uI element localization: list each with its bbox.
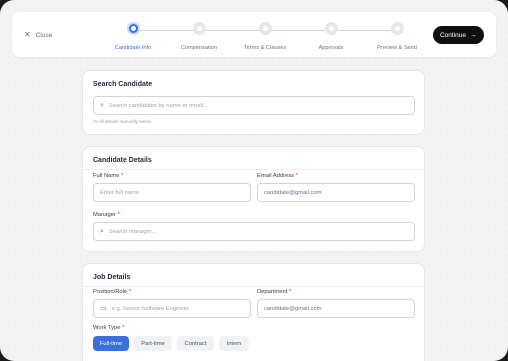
email-input[interactable]: candidate@gmail.com <box>257 183 415 202</box>
search-placeholder: Search candidates by name or email... <box>108 102 208 109</box>
step-preview-send[interactable]: Preview & Send <box>362 22 432 51</box>
card-divider <box>83 169 424 170</box>
full-name-placeholder: Enter full name <box>100 189 139 196</box>
full-name-label: Full Name * <box>93 173 124 179</box>
card-title: Job Details <box>93 274 131 281</box>
step-compensation[interactable]: Compensation <box>164 22 234 51</box>
candidate-details-card: Candidate Details Full Name * Enter full… <box>82 146 425 252</box>
close-button[interactable]: ✕ Close <box>24 27 52 43</box>
step-approvals[interactable]: Approvals <box>296 22 366 51</box>
department-input[interactable]: candidate@gmail.com <box>257 299 415 318</box>
position-placeholder: e.g. Senior Software Engineer <box>111 305 189 312</box>
step-indicator <box>390 22 404 35</box>
department-label: Department * <box>257 289 292 295</box>
position-label: Position/Role * <box>93 289 132 295</box>
arrow-right-icon: → <box>470 31 478 39</box>
email-value: candidate@gmail.com <box>264 189 322 196</box>
close-label: Close <box>35 31 53 39</box>
candidate-search-input[interactable]: ⌕ Search candidates by name or email... <box>93 96 415 115</box>
step-label: Compensation <box>180 45 218 51</box>
job-details-card: Job Details Position/Role * ▭ e.g. Senio… <box>82 263 425 361</box>
app-frame: ✕ Close Candidate Info Compensation Term… <box>0 0 508 361</box>
step-indicator <box>324 22 338 35</box>
work-type-contract[interactable]: Contract <box>177 336 214 351</box>
wizard-header: ✕ Close Candidate Info Compensation Term… <box>12 12 496 57</box>
step-label: Candidate Info <box>114 45 152 51</box>
card-title: Search Candidate <box>93 81 153 88</box>
manager-search-input[interactable]: ⌕ Search manager... <box>93 222 415 241</box>
department-value: candidate@gmail.com <box>264 305 322 312</box>
close-icon: ✕ <box>24 30 31 39</box>
search-icon: ⌕ <box>100 228 104 235</box>
briefcase-icon: ▭ <box>100 305 107 312</box>
work-type-intern[interactable]: Intern <box>219 336 249 351</box>
position-input[interactable]: ▭ e.g. Senior Software Engineer <box>93 299 251 318</box>
email-label: Email Address * <box>257 173 298 179</box>
step-label: Preview & Send <box>377 45 417 51</box>
search-candidate-card: Search Candidate ⌕ Search candidates by … <box>82 70 425 135</box>
step-label: Approvals <box>318 45 344 51</box>
step-candidate-info[interactable]: Candidate Info <box>98 22 168 51</box>
manager-label: Manager * <box>93 212 120 218</box>
full-name-input[interactable]: Enter full name <box>93 183 251 202</box>
step-indicator <box>258 22 272 35</box>
step-label: Terms & Clauses <box>243 45 287 51</box>
continue-label: Continue <box>439 31 467 39</box>
step-terms-clauses[interactable]: Terms & Clauses <box>230 22 300 51</box>
step-indicator <box>192 22 206 35</box>
search-hint: Or fill details manually below. <box>93 119 153 124</box>
step-indicator <box>126 22 140 35</box>
work-type-full-time[interactable]: Full-time <box>93 336 129 351</box>
work-type-label: Work Type * <box>93 325 125 331</box>
continue-button[interactable]: Continue → <box>433 26 484 44</box>
card-divider <box>83 286 424 287</box>
progress-stepper: Candidate Info Compensation Terms & Clau… <box>100 22 430 52</box>
search-icon: ⌕ <box>100 102 104 109</box>
manager-placeholder: Search manager... <box>108 228 157 235</box>
card-title: Candidate Details <box>93 157 152 164</box>
work-type-part-time[interactable]: Part-time <box>134 336 172 351</box>
